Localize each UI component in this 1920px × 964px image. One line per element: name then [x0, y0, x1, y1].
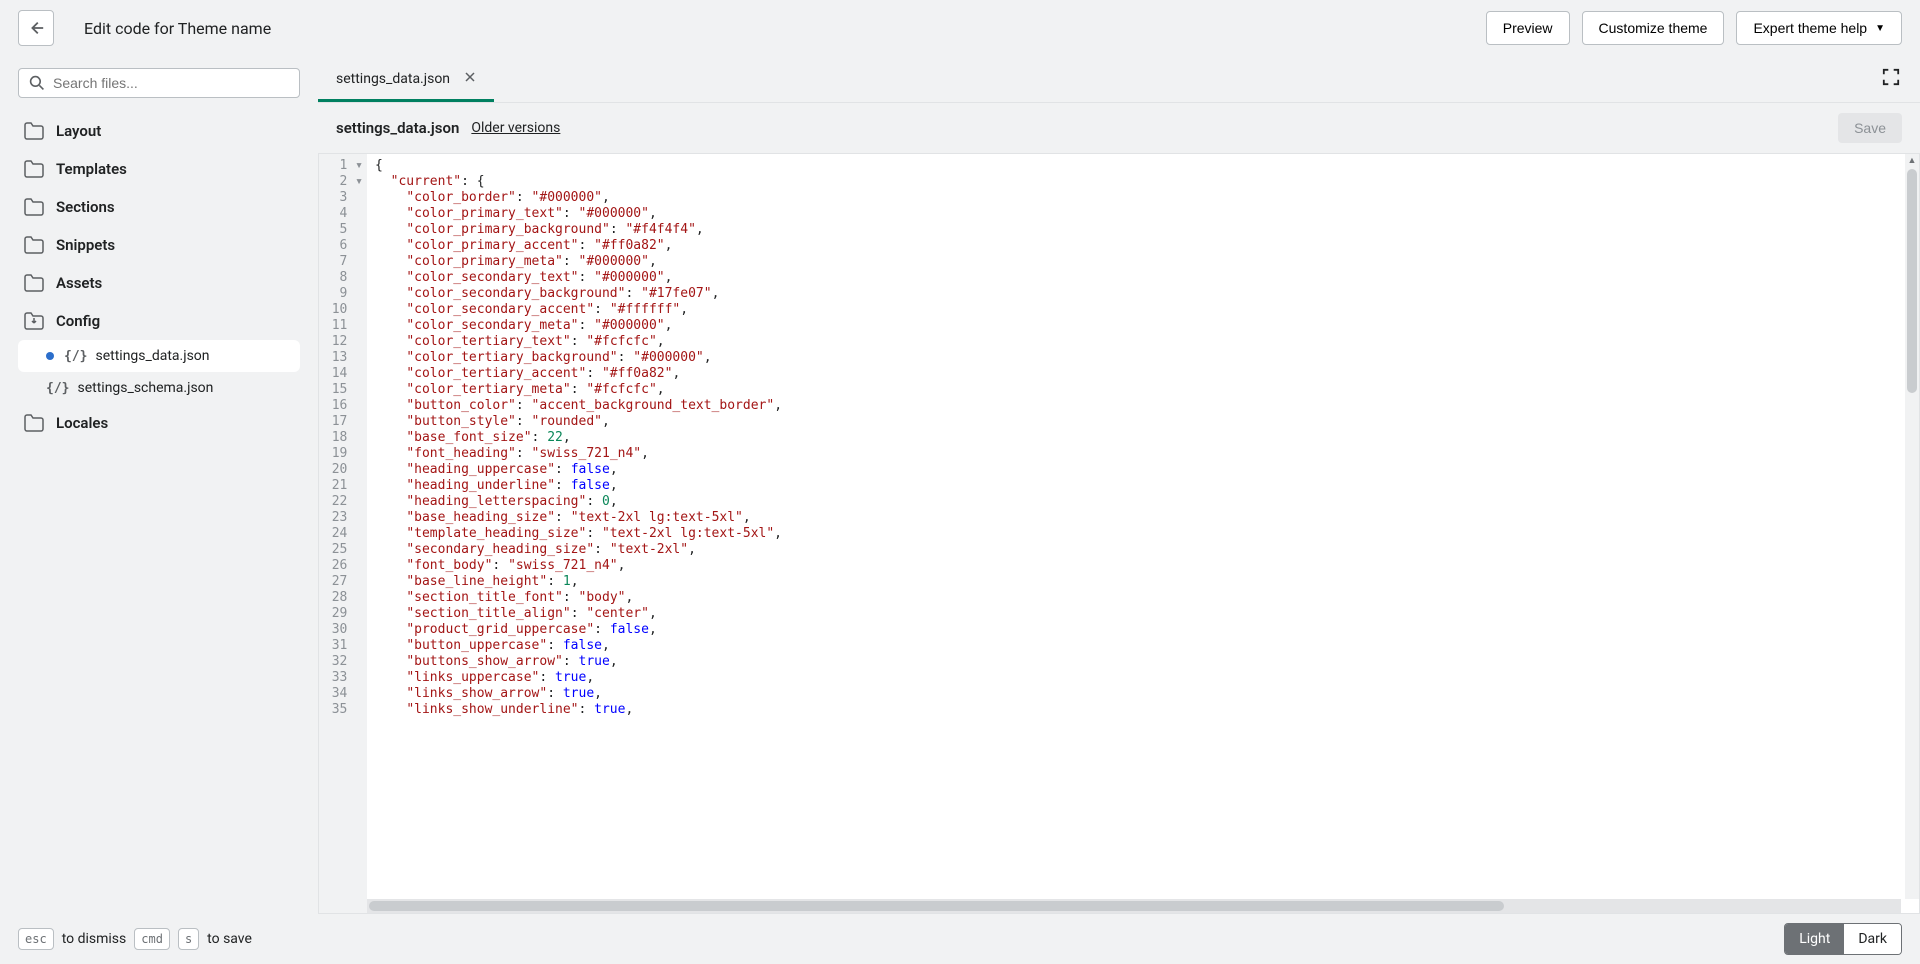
back-button[interactable] [18, 10, 54, 46]
fullscreen-button[interactable] [1876, 62, 1906, 96]
customize-theme-button[interactable]: Customize theme [1582, 11, 1725, 45]
scroll-thumb[interactable] [369, 901, 1504, 911]
search-input[interactable] [53, 75, 289, 91]
expert-help-button[interactable]: Expert theme help ▼ [1736, 11, 1902, 45]
code-editor[interactable]: 1 ▾ 2 ▾ 3 4 5 6 7 8 9 10 11 12 13 14 15 … [318, 153, 1920, 914]
scroll-up-icon[interactable]: ▲ [1907, 154, 1918, 167]
search-files-wrap[interactable] [18, 68, 300, 98]
folder-icon [24, 414, 44, 432]
file-label: settings_schema.json [77, 380, 213, 396]
footer-save: to save [207, 931, 252, 947]
kbd-esc: esc [18, 928, 54, 950]
tab-label: settings_data.json [336, 71, 450, 87]
folder-templates[interactable]: Templates [18, 150, 300, 188]
close-icon[interactable] [464, 71, 476, 87]
page-title: Edit code for Theme name [84, 19, 271, 38]
folder-label: Layout [56, 122, 101, 140]
file-sidebar: Layout Templates Sections Snippets Asset… [0, 56, 318, 914]
code-content[interactable]: { "current": { "color_border": "#000000"… [367, 154, 1919, 913]
folder-sections[interactable]: Sections [18, 188, 300, 226]
save-button[interactable]: Save [1838, 113, 1902, 143]
file-item-settings-schema[interactable]: {/} settings_schema.json [18, 372, 300, 404]
json-braces-icon: {/} [64, 349, 87, 364]
folder-assets[interactable]: Assets [18, 264, 300, 302]
folder-icon [24, 122, 44, 140]
file-header: settings_data.json Older versions Save [318, 102, 1920, 153]
folder-icon [24, 198, 44, 216]
folder-label: Templates [56, 160, 127, 178]
preview-button[interactable]: Preview [1486, 11, 1570, 45]
theme-toggle: Light Dark [1784, 923, 1902, 955]
footer-bar: esc to dismiss cmd s to save Light Dark [0, 914, 1920, 964]
header-bar: Edit code for Theme name Preview Customi… [0, 0, 1920, 56]
folder-open-icon [24, 312, 44, 330]
folder-icon [24, 160, 44, 178]
tab-settings-data[interactable]: settings_data.json [318, 56, 494, 102]
folder-layout[interactable]: Layout [18, 112, 300, 150]
expand-icon [1882, 68, 1900, 86]
folder-label: Snippets [56, 236, 115, 254]
caret-down-icon: ▼ [1875, 23, 1885, 34]
file-label: settings_data.json [95, 348, 209, 364]
json-braces-icon: {/} [46, 381, 69, 396]
folder-icon [24, 274, 44, 292]
folder-config[interactable]: Config [18, 302, 300, 340]
modified-dot-icon [46, 352, 54, 360]
older-versions-link[interactable]: Older versions [471, 120, 560, 136]
folder-snippets[interactable]: Snippets [18, 226, 300, 264]
folder-label: Locales [56, 414, 108, 432]
file-header-name: settings_data.json [336, 119, 459, 137]
theme-dark-button[interactable]: Dark [1844, 924, 1901, 954]
folder-locales[interactable]: Locales [18, 404, 300, 442]
kbd-cmd: cmd [134, 928, 170, 950]
kbd-s: s [178, 928, 199, 950]
editor-area: settings_data.json settings_data.json Ol… [318, 56, 1920, 914]
line-gutter: 1 ▾ 2 ▾ 3 4 5 6 7 8 9 10 11 12 13 14 15 … [319, 154, 367, 913]
arrow-left-icon [27, 19, 45, 37]
search-icon [29, 75, 45, 91]
scroll-thumb[interactable] [1907, 169, 1917, 393]
file-item-settings-data[interactable]: {/} settings_data.json [18, 340, 300, 372]
folder-label: Config [56, 312, 100, 330]
folder-label: Assets [56, 274, 102, 292]
folder-label: Sections [56, 198, 115, 216]
expert-help-label: Expert theme help [1753, 20, 1867, 36]
tab-bar: settings_data.json [318, 56, 1920, 102]
theme-light-button[interactable]: Light [1785, 924, 1844, 954]
folder-icon [24, 236, 44, 254]
vertical-scrollbar[interactable]: ▲ [1905, 154, 1919, 899]
horizontal-scrollbar[interactable] [367, 899, 1901, 913]
footer-dismiss: to dismiss [62, 931, 127, 947]
